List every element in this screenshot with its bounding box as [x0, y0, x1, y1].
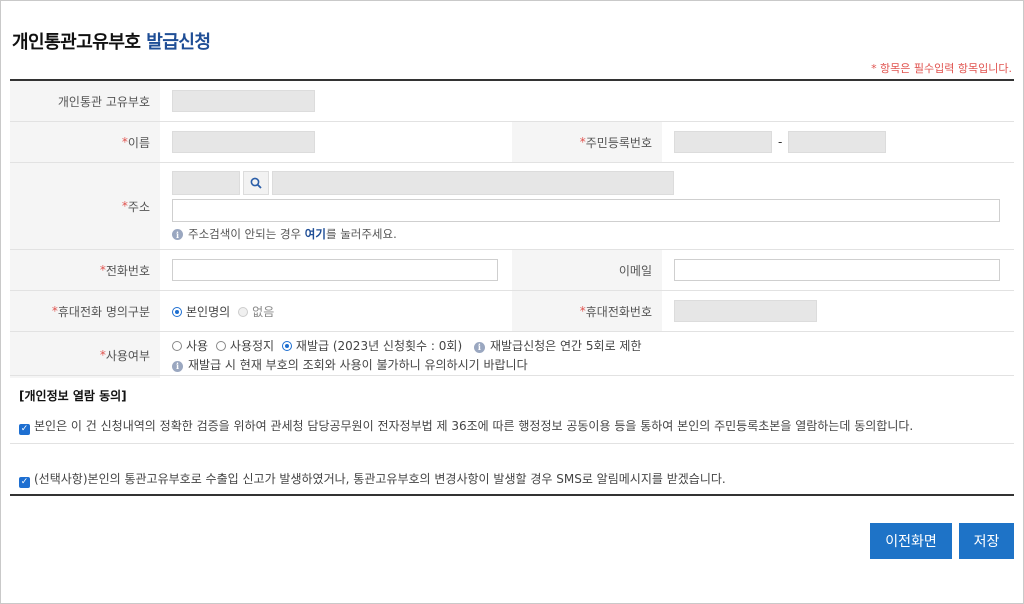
usage-warning: i 재발급 시 현재 부호의 조회와 사용이 불가하니 유의하시기 바랍니다: [172, 356, 528, 373]
divider: [10, 443, 1014, 444]
radio-disabled-icon: [238, 306, 249, 317]
address-help-link[interactable]: 여기: [305, 227, 326, 241]
consent-section-title: [개인정보 열람 동의]: [19, 389, 127, 403]
rrn-separator: -: [778, 135, 783, 149]
title-main: 개인통관고유부호: [12, 32, 141, 53]
rrn-back-field: [788, 131, 887, 153]
checkbox-checked-icon[interactable]: ✓: [19, 476, 30, 488]
address-label: * 주소: [10, 163, 160, 249]
mobile-label: * 휴대전화번호: [512, 291, 662, 331]
row-address: * 주소 i 주소검색이 안되는 경우 여기를 눌러주세요.: [10, 163, 1014, 250]
row-customs-code: 개인통관 고유부호: [10, 81, 1014, 122]
row-phone-email: * 전화번호 이메일: [10, 250, 1014, 291]
customs-code-field: [172, 90, 315, 112]
address-search-button[interactable]: [243, 170, 269, 195]
form-bottom-border: [10, 494, 1014, 496]
rrn-front-field: [674, 131, 772, 153]
usage-label: * 사용여부: [10, 332, 160, 378]
name-label: * 이름: [10, 122, 160, 162]
owner-option-none[interactable]: 없음: [238, 303, 274, 320]
mobile-field: [674, 300, 817, 322]
zipcode-field: [172, 170, 240, 195]
consent-item-1[interactable]: ✓ 본인은 이 건 신청내역의 정확한 검증을 위하여 관세청 담당공무원이 전자…: [19, 417, 913, 435]
mobile-owner-label: * 휴대전화 명의구분: [10, 291, 160, 331]
consent-item-2[interactable]: ✓ (선택사항)본인의 통관고유부호로 수출입 신고가 발생하였거나, 통관고유부…: [19, 470, 726, 488]
address-detail-input[interactable]: [172, 198, 1000, 222]
phone-label: * 전화번호: [10, 250, 160, 290]
radio-selected-icon: [172, 306, 182, 317]
info-icon: i: [172, 360, 183, 372]
owner-option-self[interactable]: 본인명의: [172, 303, 230, 320]
usage-option-use[interactable]: 사용: [172, 339, 208, 353]
address-main-field: [272, 170, 674, 195]
radio-icon: [215, 341, 226, 351]
application-form: 개인통관 고유부호 * 이름 * 주민등록번호 - * 주소 i 주소검색이 안되는 경…: [10, 79, 1014, 378]
checkbox-checked-icon[interactable]: ✓: [19, 423, 30, 435]
email-input[interactable]: [674, 259, 1000, 281]
row-usage: * 사용여부 사용 사용정지 재발급 (2023년 신청횟수 : 0회) i 재발급…: [10, 332, 1014, 378]
save-button[interactable]: 저장: [959, 523, 1014, 559]
info-icon: i: [172, 229, 183, 240]
search-icon: [250, 177, 262, 189]
info-icon: i: [473, 341, 485, 353]
required-note: * 항목은 필수입력 항목입니다.: [871, 62, 1012, 75]
usage-info: i 재발급신청은 연간 5회로 제한: [473, 339, 642, 353]
usage-option-suspend[interactable]: 사용정지: [215, 339, 274, 353]
radio-selected-icon: [281, 341, 292, 351]
row-mobile: * 휴대전화 명의구분 본인명의 없음 * 휴대전화번호: [10, 291, 1014, 332]
email-label: 이메일: [512, 250, 662, 290]
name-field: [172, 131, 315, 153]
title-accent: 발급신청: [146, 32, 211, 53]
usage-option-reissue[interactable]: 재발급 (2023년 신청횟수 : 0회): [281, 339, 462, 353]
page-title: 개인통관고유부호 발급신청: [12, 28, 211, 54]
customs-code-label: 개인통관 고유부호: [10, 81, 160, 121]
radio-icon: [172, 341, 182, 351]
divider: [10, 375, 1014, 376]
phone-input[interactable]: [172, 259, 498, 281]
rrn-label: * 주민등록번호: [512, 122, 662, 162]
prev-screen-button[interactable]: 이전화면: [870, 523, 952, 559]
row-name-rrn: * 이름 * 주민등록번호 -: [10, 122, 1014, 163]
address-help: i 주소검색이 안되는 경우 여기를 눌러주세요.: [172, 226, 397, 242]
